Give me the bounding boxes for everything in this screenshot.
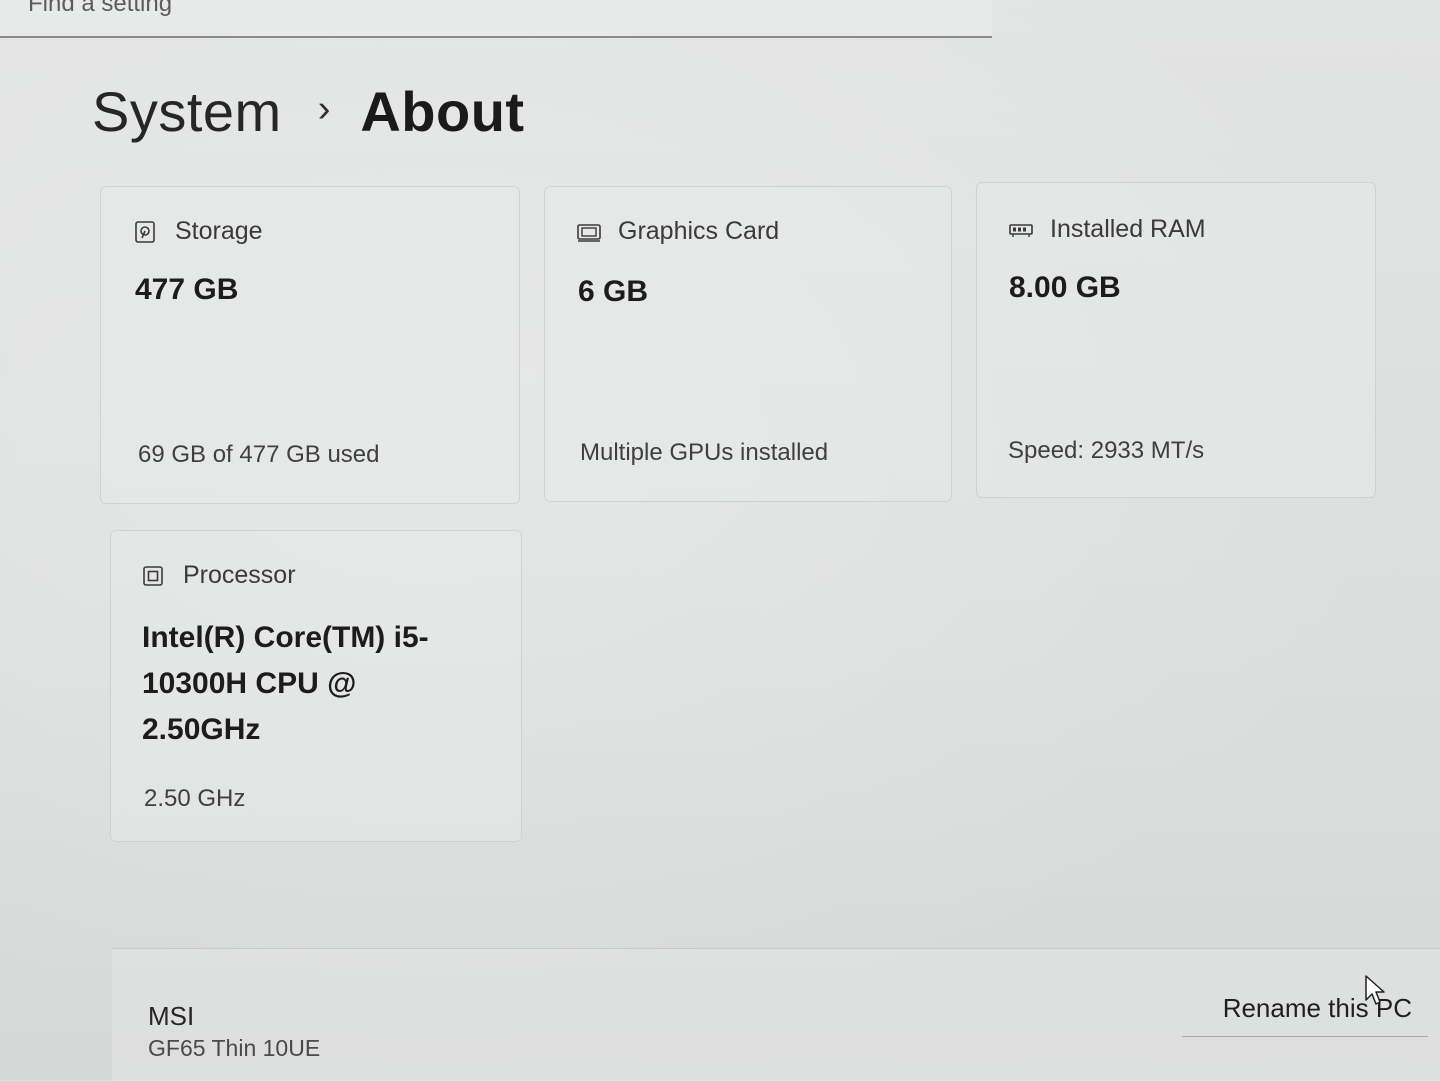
device-brand: MSI <box>148 1001 195 1031</box>
ram-value: 8.00 GB <box>1009 271 1121 304</box>
graphics-value: 6 GB <box>578 275 649 308</box>
device-model: GF65 Thin 10UE <box>148 1035 321 1061</box>
search-placeholder: Find a setting <box>28 0 173 17</box>
storage-label: Storage <box>175 217 263 245</box>
graphics-card-icon <box>576 220 601 244</box>
storage-card: Storage 477 GB 69 GB of 477 GB used <box>100 186 520 504</box>
page-title: About <box>360 79 525 143</box>
graphics-detail: Multiple GPUs installed <box>580 439 829 466</box>
ram-label: Installed RAM <box>1050 215 1206 243</box>
processor-header: Processor <box>141 561 296 590</box>
graphics-card-card: Graphics Card 6 GB Multiple GPUs install… <box>544 186 952 502</box>
storage-value: 477 GB <box>135 273 239 306</box>
rename-pc-button[interactable]: Rename this PC <box>1182 981 1428 1037</box>
graphics-label: Graphics Card <box>618 217 780 245</box>
processor-card: Processor Intel(R) Core(TM) i5-10300H CP… <box>110 530 522 842</box>
ram-icon <box>1008 218 1033 242</box>
processor-label: Processor <box>183 561 296 589</box>
storage-detail: 69 GB of 477 GB used <box>138 441 380 468</box>
ram-detail: Speed: 2933 MT/s <box>1008 437 1205 464</box>
breadcrumb-system[interactable]: System <box>92 79 282 144</box>
breadcrumb: System › About <box>92 76 525 146</box>
processor-detail: 2.50 GHz <box>144 785 246 812</box>
installed-ram-card: Installed RAM 8.00 GB Speed: 2933 MT/s <box>976 182 1376 498</box>
ram-header: Installed RAM <box>1008 215 1206 244</box>
device-info-bar: MSI GF65 Thin 10UE Rename this PC <box>112 948 1440 1081</box>
processor-value: Intel(R) Core(TM) i5-10300H CPU @ 2.50GH… <box>142 621 429 746</box>
graphics-header: Graphics Card <box>576 217 779 246</box>
search-box[interactable]: Find a setting <box>0 0 992 38</box>
storage-icon <box>133 220 157 244</box>
storage-header: Storage <box>133 217 263 246</box>
processor-icon <box>141 564 165 588</box>
chevron-right-icon: › <box>317 87 331 130</box>
